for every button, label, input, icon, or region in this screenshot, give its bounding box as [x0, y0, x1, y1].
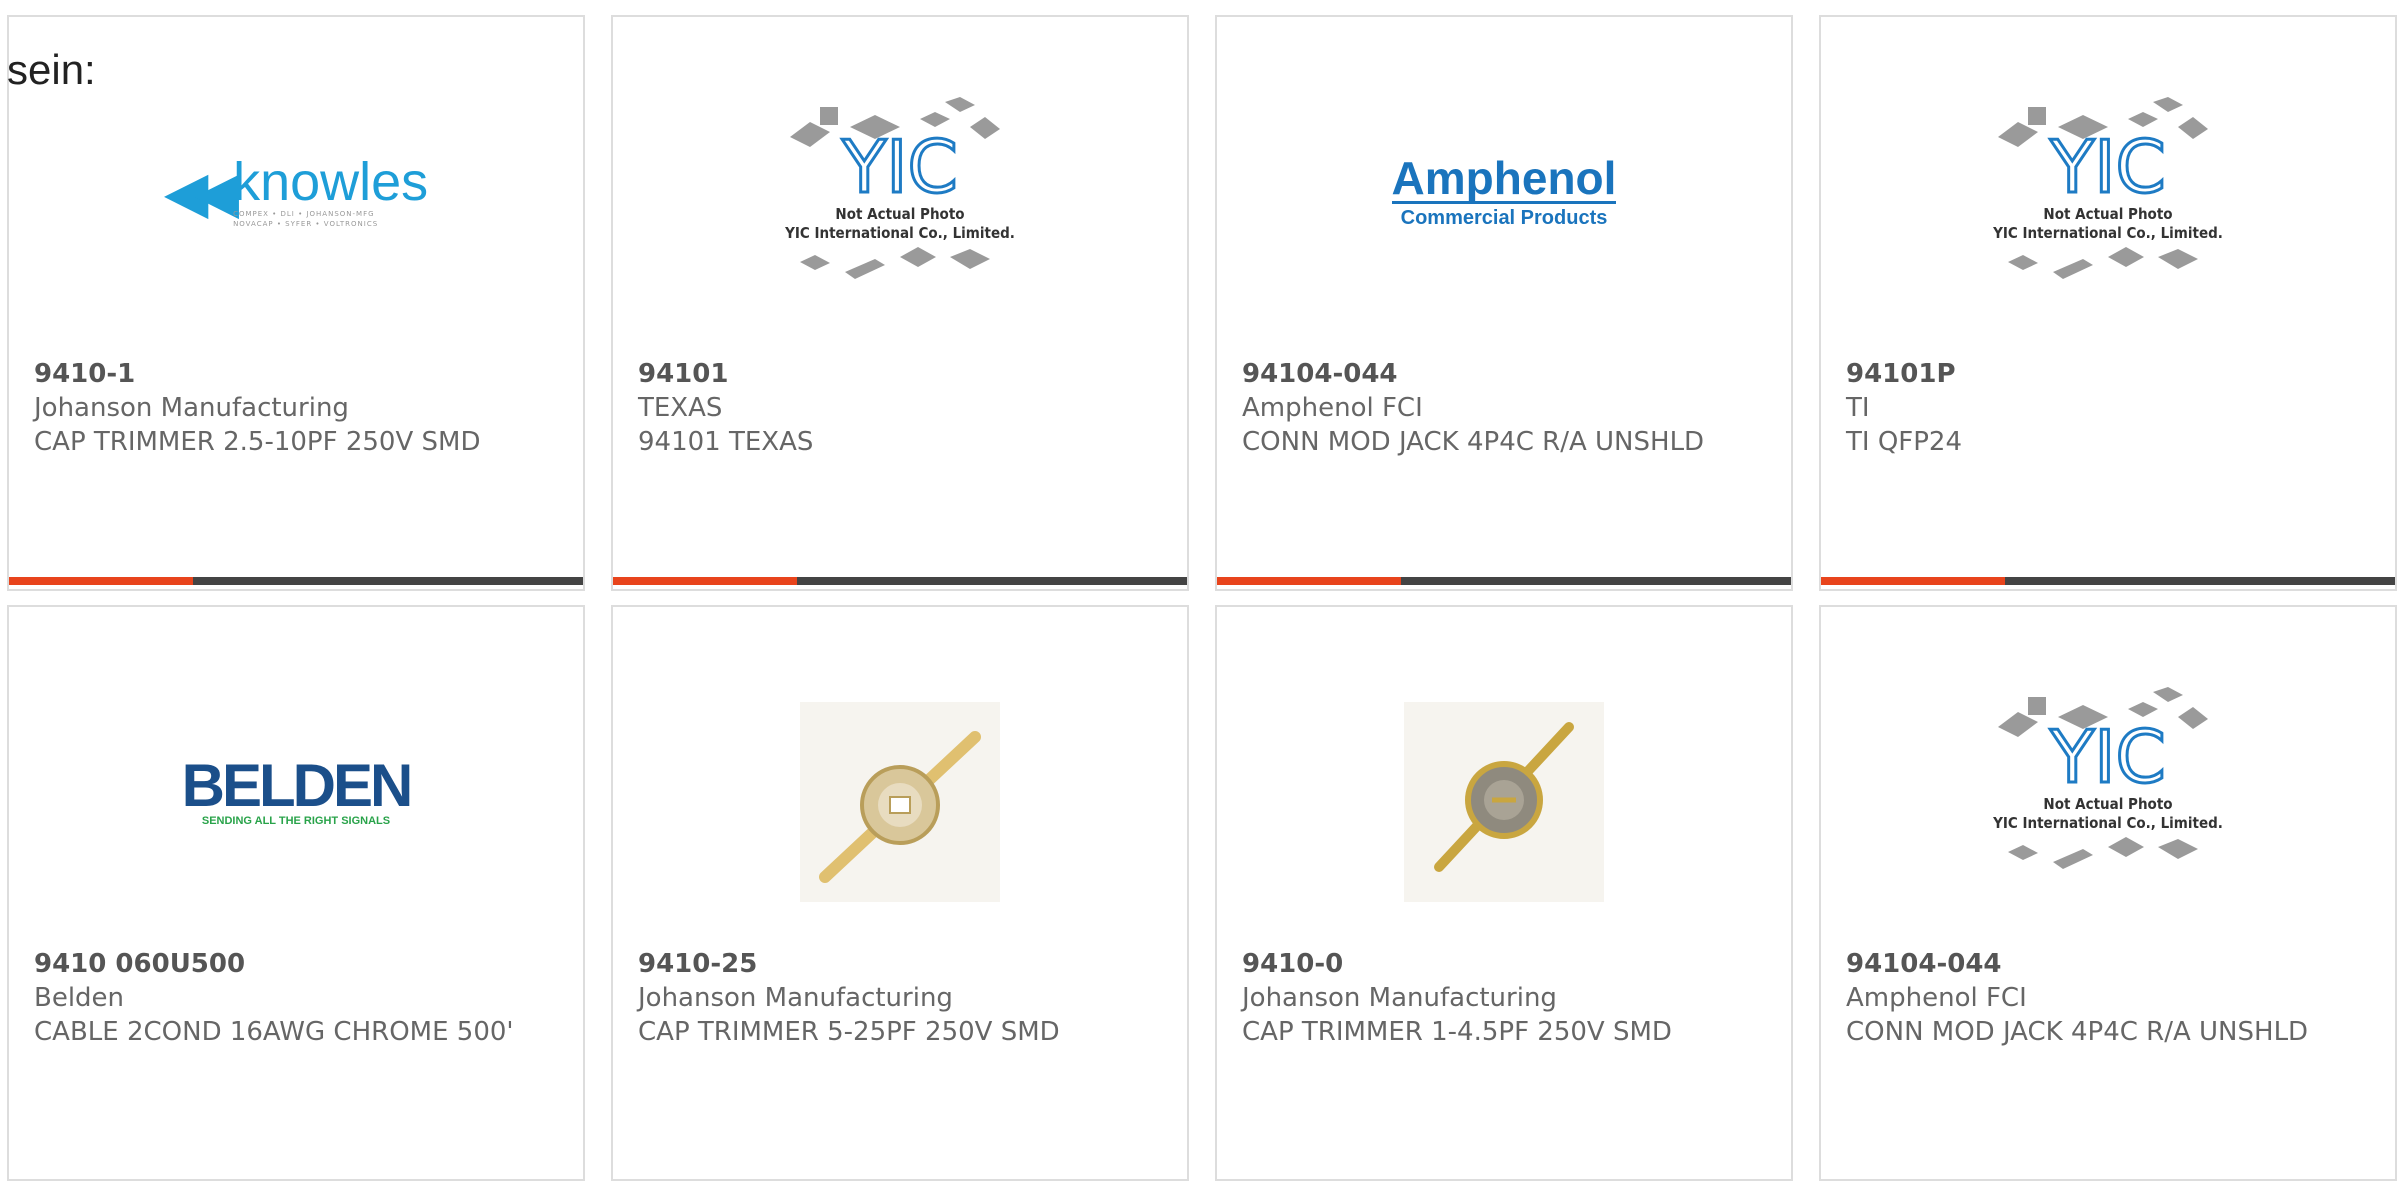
- trimmer-capacitor-photo: [1404, 702, 1604, 902]
- product-image[interactable]: Amphenol Commercial Products: [1217, 87, 1791, 337]
- yic-placeholder-image: YIC Not Actual Photo YIC International C…: [1968, 77, 2248, 317]
- yic-placeholder-image: YIC Not Actual Photo YIC International C…: [1968, 667, 2248, 907]
- product-image[interactable]: [613, 677, 1187, 927]
- description: CAP TRIMMER 5-25PF 250V SMD: [638, 1017, 1060, 1047]
- card-bar: [1821, 577, 2395, 585]
- svg-text:YIC: YIC: [2049, 125, 2166, 209]
- description: TI QFP24: [1846, 427, 1962, 457]
- knowles-mark-icon: ◀◀: [163, 158, 239, 226]
- manufacturer: TEXAS: [638, 393, 723, 423]
- manufacturer: Johanson Manufacturing: [638, 983, 953, 1013]
- part-number[interactable]: 94104-044: [1846, 947, 2375, 981]
- description: 94101 TEXAS: [638, 427, 814, 457]
- product-image[interactable]: YIC Not Actual Photo YIC International C…: [613, 87, 1187, 337]
- product-card[interactable]: YIC Not Actual Photo YIC International C…: [1819, 15, 2397, 591]
- product-card[interactable]: YIC Not Actual Photo YIC International C…: [611, 15, 1189, 591]
- manufacturer: TI: [1846, 393, 1870, 423]
- trimmer-capacitor-photo: [800, 702, 1000, 902]
- part-number[interactable]: 94101: [638, 357, 1167, 391]
- product-card[interactable]: 9410-0 Johanson Manufacturing CAP TRIMME…: [1215, 605, 1793, 1181]
- product-image[interactable]: ◀◀ knowles COMPEX • DLI • JOHANSON-MFG N…: [9, 87, 583, 337]
- product-card[interactable]: ◀◀ knowles COMPEX • DLI • JOHANSON-MFG N…: [7, 15, 585, 591]
- product-card[interactable]: BELDEN SENDING ALL THE RIGHT SIGNALS 941…: [7, 605, 585, 1181]
- part-number[interactable]: 9410-25: [638, 947, 1167, 981]
- description: CAP TRIMMER 2.5-10PF 250V SMD: [34, 427, 481, 457]
- belden-logo: BELDEN SENDING ALL THE RIGHT SIGNALS: [181, 752, 414, 828]
- part-number[interactable]: 9410-0: [1242, 947, 1771, 981]
- product-card[interactable]: 9410-25 Johanson Manufacturing CAP TRIMM…: [611, 605, 1189, 1181]
- svg-text:YIC: YIC: [841, 125, 958, 209]
- part-number[interactable]: 94101P: [1846, 357, 2375, 391]
- product-image[interactable]: YIC Not Actual Photo YIC International C…: [1821, 87, 2395, 337]
- intro-text: sein:: [7, 46, 96, 93]
- part-number[interactable]: 9410 060U500: [34, 947, 563, 981]
- svg-text:YIC: YIC: [2049, 715, 2166, 799]
- part-number[interactable]: 9410-1: [34, 357, 563, 391]
- manufacturer: Johanson Manufacturing: [1242, 983, 1557, 1013]
- manufacturer: Johanson Manufacturing: [34, 393, 349, 423]
- amphenol-logo: Amphenol Commercial Products: [1391, 151, 1617, 229]
- product-image[interactable]: BELDEN SENDING ALL THE RIGHT SIGNALS: [9, 677, 583, 927]
- product-card[interactable]: YIC Not Actual Photo YIC International C…: [1819, 605, 2397, 1181]
- description: CONN MOD JACK 4P4C R/A UNSHLD: [1846, 1017, 2309, 1047]
- part-number[interactable]: 94104-044: [1242, 357, 1771, 391]
- manufacturer: Amphenol FCI: [1242, 393, 1423, 423]
- yic-placeholder-image: YIC Not Actual Photo YIC International C…: [760, 77, 1040, 317]
- card-bar: [613, 577, 1187, 585]
- description: CONN MOD JACK 4P4C R/A UNSHLD: [1242, 427, 1705, 457]
- description: CABLE 2COND 16AWG CHROME 500': [34, 1017, 514, 1047]
- card-bar: [1217, 577, 1791, 585]
- product-image[interactable]: [1217, 677, 1791, 927]
- product-card[interactable]: Amphenol Commercial Products 94104-044 A…: [1215, 15, 1793, 591]
- manufacturer: Belden: [34, 983, 125, 1013]
- knowles-logo: ◀◀ knowles COMPEX • DLI • JOHANSON-MFG N…: [163, 152, 429, 228]
- manufacturer: Amphenol FCI: [1846, 983, 2027, 1013]
- product-image[interactable]: YIC Not Actual Photo YIC International C…: [1821, 677, 2395, 927]
- description: CAP TRIMMER 1-4.5PF 250V SMD: [1242, 1017, 1672, 1047]
- card-bar: [9, 577, 583, 585]
